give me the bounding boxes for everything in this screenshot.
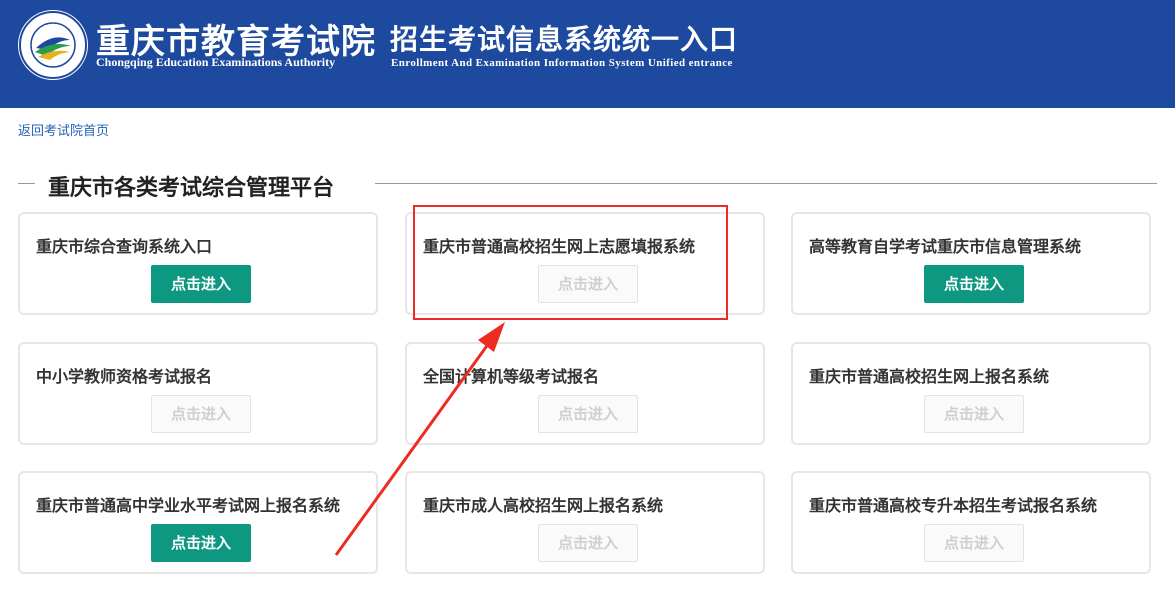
org-name-en: Chongqing Education Examinations Authori… — [96, 55, 336, 69]
back-to-home-link[interactable]: 返回考试院首页 — [18, 120, 109, 139]
card-title: 重庆市普通高校招生网上报名系统 — [809, 367, 1050, 386]
card-comprehensive-query: 重庆市综合查询系统入口 点击进入 — [18, 212, 378, 315]
card-college-online-registration: 重庆市普通高校招生网上报名系统 点击进入 — [791, 342, 1151, 445]
card-title: 中小学教师资格考试报名 — [36, 367, 213, 386]
enter-button[interactable]: 点击进入 — [151, 395, 251, 433]
section-divider-left — [18, 183, 35, 184]
card-self-study-exam: 高等教育自学考试重庆市信息管理系统 点击进入 — [791, 212, 1151, 315]
authority-logo-icon — [18, 10, 88, 80]
system-title-cn: 招生考试信息系统统一入口 — [390, 23, 739, 56]
page-header: 重庆市教育考试院 Chongqing Education Examination… — [0, 0, 1175, 108]
card-adult-college-registration: 重庆市成人高校招生网上报名系统 点击进入 — [405, 471, 765, 574]
card-teacher-qualification: 中小学教师资格考试报名 点击进入 — [18, 342, 378, 445]
card-upgrade-to-bachelor: 重庆市普通高校专升本招生考试报名系统 点击进入 — [791, 471, 1151, 574]
enter-button[interactable]: 点击进入 — [924, 395, 1024, 433]
card-computer-rank-exam: 全国计算机等级考试报名 点击进入 — [405, 342, 765, 445]
card-title: 重庆市普通高校招生网上志愿填报系统 — [423, 237, 696, 256]
enter-button[interactable]: 点击进入 — [538, 524, 638, 562]
card-high-school-proficiency: 重庆市普通高中学业水平考试网上报名系统 点击进入 — [18, 471, 378, 574]
card-title: 重庆市普通高中学业水平考试网上报名系统 — [36, 496, 341, 515]
card-title: 重庆市成人高校招生网上报名系统 — [423, 496, 664, 515]
section-title: 重庆市各类考试综合管理平台 — [48, 176, 335, 201]
enter-button[interactable]: 点击进入 — [924, 265, 1024, 303]
enter-button[interactable]: 点击进入 — [924, 524, 1024, 562]
enter-button[interactable]: 点击进入 — [151, 524, 251, 562]
card-title: 重庆市普通高校专升本招生考试报名系统 — [809, 496, 1098, 515]
enter-button[interactable]: 点击进入 — [538, 265, 638, 303]
section-divider-right — [375, 183, 1157, 184]
card-title: 全国计算机等级考试报名 — [423, 367, 600, 386]
card-title: 高等教育自学考试重庆市信息管理系统 — [809, 237, 1082, 256]
enter-button[interactable]: 点击进入 — [151, 265, 251, 303]
card-college-volunteer-filling: 重庆市普通高校招生网上志愿填报系统 点击进入 — [405, 212, 765, 315]
card-title: 重庆市综合查询系统入口 — [36, 237, 213, 256]
enter-button[interactable]: 点击进入 — [538, 395, 638, 433]
system-title-en: Enrollment And Examination Information S… — [391, 57, 733, 69]
